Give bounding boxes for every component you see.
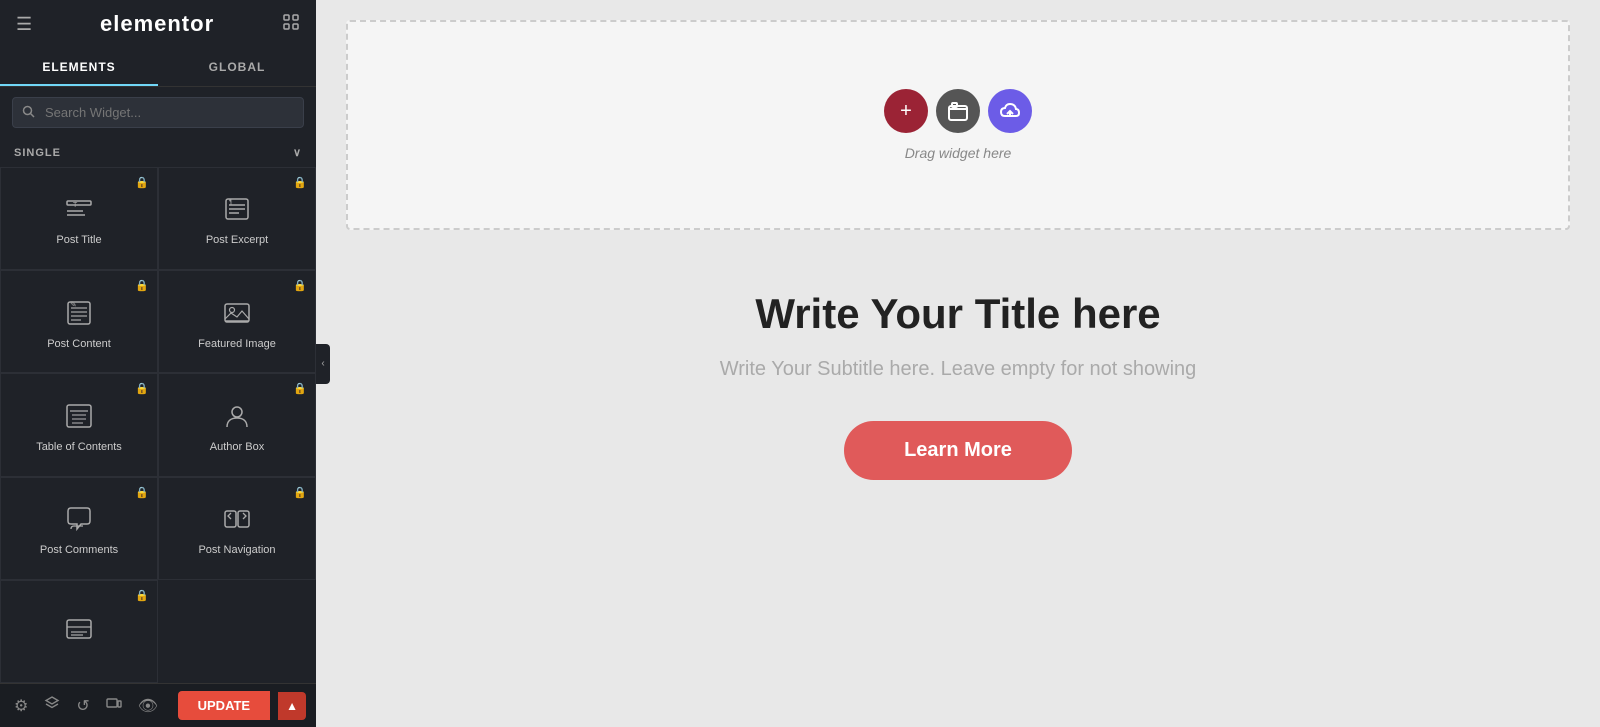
tab-elements[interactable]: ELEMENTS: [0, 48, 158, 86]
widget-author-box-label: Author Box: [210, 440, 264, 454]
lock-icon: 🔒: [293, 279, 307, 292]
author-box-icon: [221, 400, 253, 432]
post-comments-icon: [63, 503, 95, 535]
sidebar: ☰ elementor ELEMENTS GLOBAL: [0, 0, 316, 727]
more-widget-icon: [63, 613, 95, 645]
post-excerpt-icon: ¶: [221, 193, 253, 225]
widget-more[interactable]: 🔒: [0, 580, 158, 683]
lock-icon: 🔒: [135, 279, 149, 292]
bottom-bar: ⚙ ↺ 👁 UPDATE ▲: [0, 683, 316, 727]
post-title-icon: T: [63, 193, 95, 225]
canvas-area: + Drag widget here Write Your Title here…: [316, 0, 1600, 727]
drop-zone[interactable]: + Drag widget here: [346, 20, 1570, 230]
update-button[interactable]: UPDATE: [178, 691, 270, 720]
post-navigation-icon: [221, 503, 253, 535]
drag-hint: Drag widget here: [905, 145, 1012, 161]
add-template-button[interactable]: [936, 89, 980, 133]
eye-icon[interactable]: 👁: [134, 692, 162, 720]
widget-table-of-contents-label: Table of Contents: [36, 440, 122, 454]
sidebar-header: ☰ elementor: [0, 0, 316, 48]
widget-featured-image[interactable]: 🔒 Featured Image: [158, 270, 316, 373]
widget-table-of-contents[interactable]: 🔒 Table of Contents: [0, 373, 158, 476]
widget-post-comments[interactable]: 🔒 Post Comments: [0, 477, 158, 580]
tab-global[interactable]: GLOBAL: [158, 48, 316, 86]
responsive-icon[interactable]: [102, 691, 126, 720]
history-icon[interactable]: ↺: [72, 692, 93, 720]
widget-post-content-label: Post Content: [47, 337, 111, 351]
add-cloud-button[interactable]: [988, 89, 1032, 133]
widget-post-content[interactable]: 🔒 ✎ Post Content: [0, 270, 158, 373]
update-arrow-button[interactable]: ▲: [278, 692, 306, 720]
featured-image-icon: [221, 297, 253, 329]
layers-icon[interactable]: [40, 691, 64, 720]
action-buttons: +: [884, 89, 1032, 133]
hamburger-icon[interactable]: ☰: [16, 14, 32, 35]
lock-icon: 🔒: [135, 486, 149, 499]
settings-icon[interactable]: ⚙: [10, 692, 32, 720]
learn-more-button[interactable]: Learn More: [844, 421, 1072, 480]
elementor-logo: elementor: [100, 11, 214, 37]
chevron-down-icon: ∨: [293, 146, 302, 159]
widget-featured-image-label: Featured Image: [198, 337, 276, 351]
content-section: Write Your Title here Write Your Subtitl…: [316, 250, 1600, 727]
table-of-contents-icon: [63, 400, 95, 432]
search-container: [0, 87, 316, 138]
widget-post-navigation[interactable]: 🔒 Post Navigation: [158, 477, 316, 580]
lock-icon: 🔒: [293, 176, 307, 189]
widget-post-comments-label: Post Comments: [40, 543, 118, 557]
svg-text:✎: ✎: [70, 300, 77, 309]
sidebar-tabs: ELEMENTS GLOBAL: [0, 48, 316, 87]
collapse-handle[interactable]: ‹: [316, 344, 330, 384]
search-input[interactable]: [12, 97, 304, 128]
widget-post-title-label: Post Title: [56, 233, 101, 247]
widget-post-navigation-label: Post Navigation: [198, 543, 275, 557]
content-title: Write Your Title here: [755, 290, 1160, 338]
search-icon: [22, 105, 35, 121]
lock-icon: 🔒: [135, 176, 149, 189]
content-subtitle: Write Your Subtitle here. Leave empty fo…: [720, 358, 1197, 381]
svg-text:T: T: [73, 202, 78, 209]
section-label-single[interactable]: SINGLE ∨: [0, 138, 316, 167]
widget-post-title[interactable]: 🔒 T Post Title: [0, 167, 158, 270]
widget-post-excerpt-label: Post Excerpt: [206, 233, 268, 247]
lock-icon: 🔒: [293, 486, 307, 499]
widget-post-excerpt[interactable]: 🔒 ¶ Post Excerpt: [158, 167, 316, 270]
grid-icon[interactable]: [282, 13, 300, 36]
lock-icon: 🔒: [293, 382, 307, 395]
widget-author-box[interactable]: 🔒 Author Box: [158, 373, 316, 476]
widget-grid: 🔒 T Post Title 🔒 ¶ Post Excerpt 🔒: [0, 167, 316, 683]
lock-icon: 🔒: [135, 589, 149, 602]
post-content-icon: ✎: [63, 297, 95, 329]
add-section-button[interactable]: +: [884, 89, 928, 133]
lock-icon: 🔒: [135, 382, 149, 395]
section-label-text: SINGLE: [14, 147, 61, 159]
svg-text:¶: ¶: [229, 199, 233, 206]
